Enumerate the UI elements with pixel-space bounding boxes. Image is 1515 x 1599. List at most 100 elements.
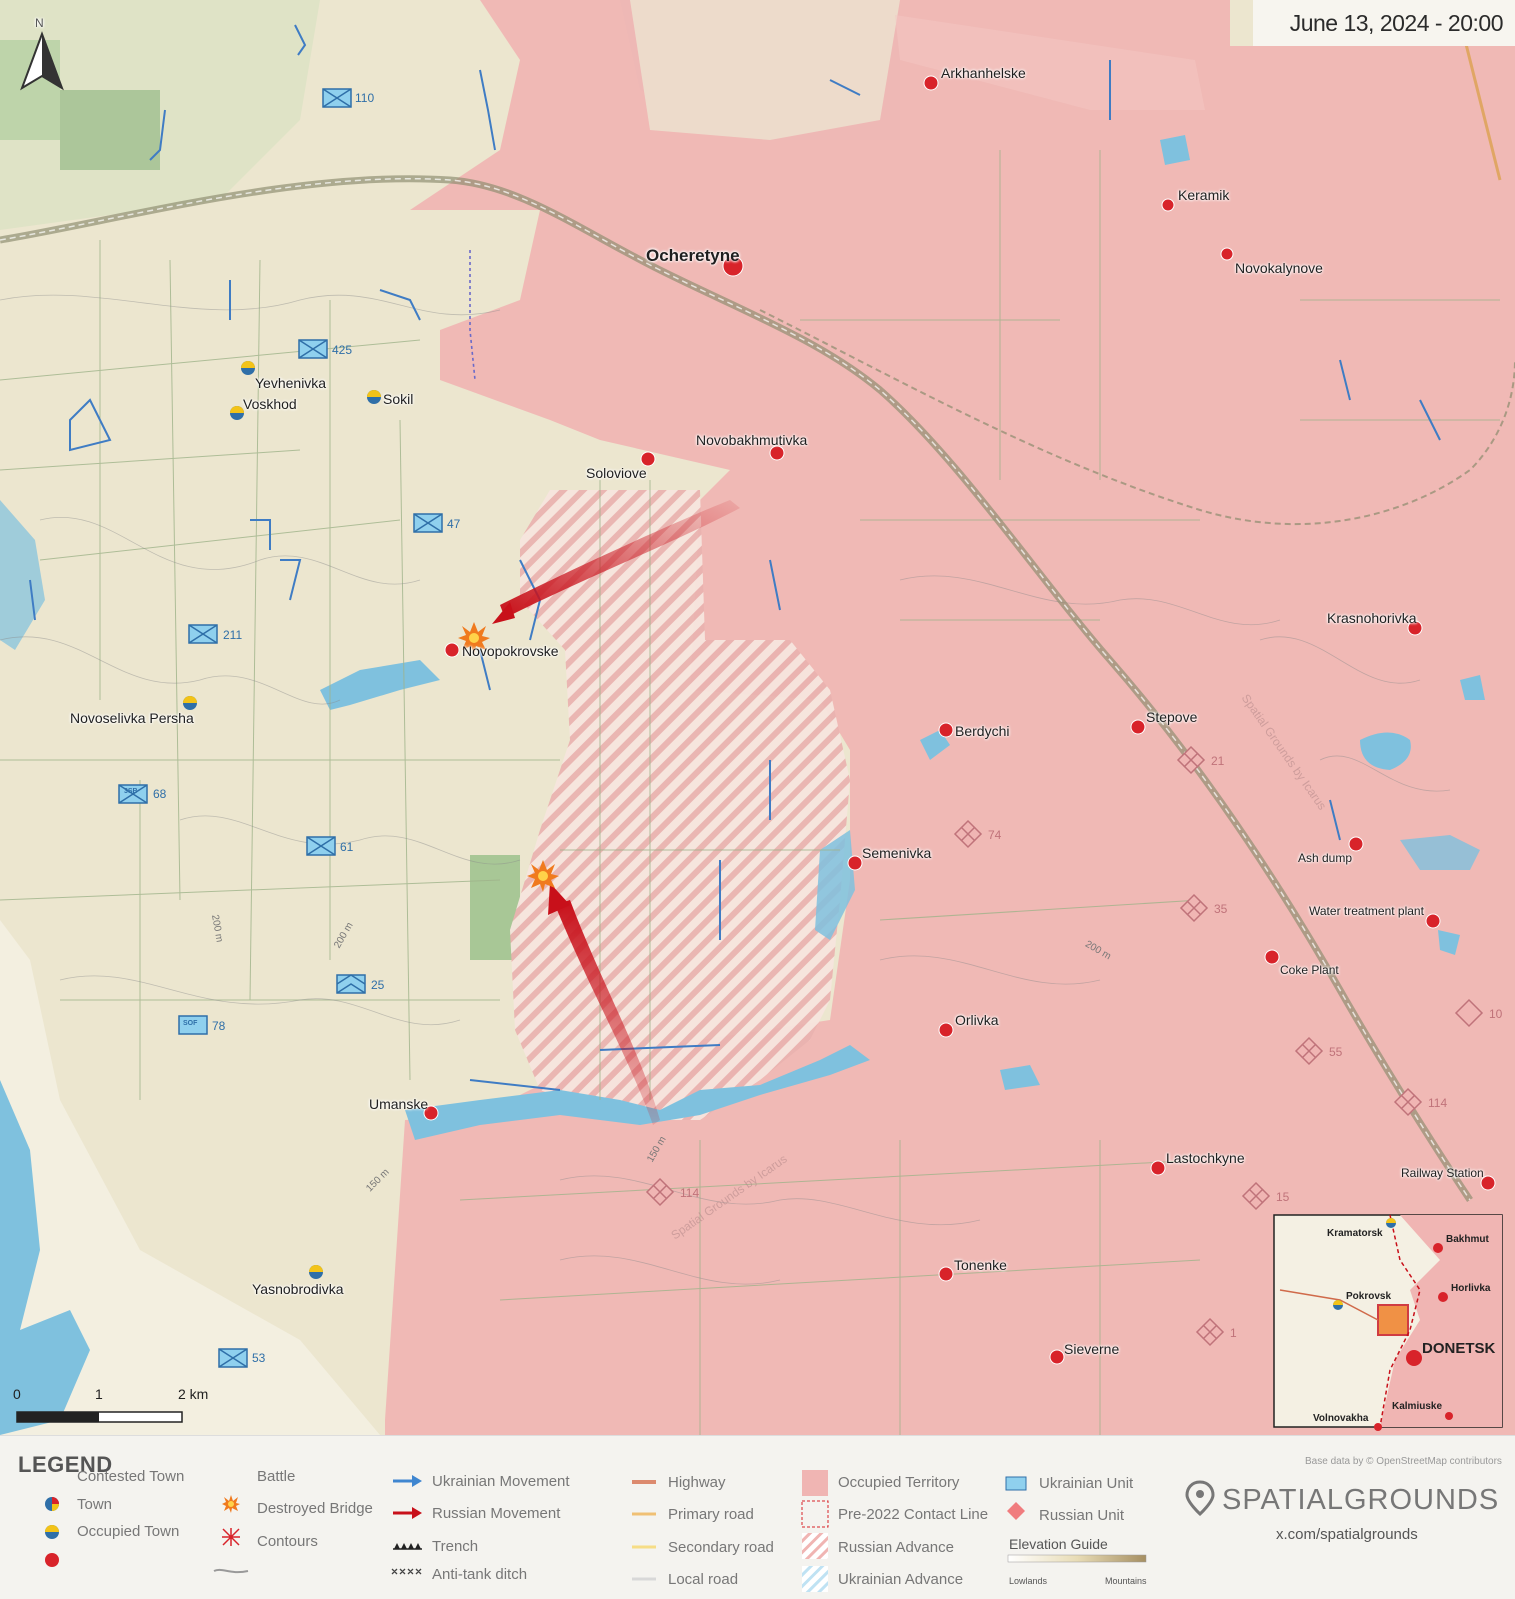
ru-unit-10[interactable]: 10 (1489, 1007, 1502, 1021)
legend-ukrainian-unit: Ukrainian Unit (1039, 1475, 1134, 1492)
russian-unit-icon (1007, 1502, 1025, 1520)
ua-unit-61[interactable]: 61 (340, 840, 353, 854)
inset-label-bakhmut: Bakhmut (1446, 1234, 1489, 1245)
town-label-ash-dump[interactable]: Ash dump (1298, 851, 1352, 865)
town-label-umanske[interactable]: Umanske (369, 1096, 428, 1112)
battle-icon (222, 1495, 240, 1513)
town-label-yasnobrodivka[interactable]: Yasnobrodivka (252, 1281, 344, 1297)
ukrainian-advance-icon (802, 1566, 828, 1592)
ru-unit-74[interactable]: 74 (988, 828, 1001, 842)
town-label-tonenke[interactable]: Tonenke (954, 1257, 1007, 1273)
russian-advance-icon (802, 1533, 828, 1559)
inset-label-horlivka: Horlivka (1451, 1283, 1491, 1294)
brand-url[interactable]: x.com/spatialgrounds (1276, 1526, 1418, 1543)
legend-highway: Highway (668, 1474, 726, 1491)
brand-name: SPATIALGROUNDS (1222, 1484, 1500, 1516)
elevation-gradient (1007, 1554, 1147, 1563)
legend-russian-advance: Russian Advance (838, 1539, 954, 1556)
town-label-sokil[interactable]: Sokil (383, 391, 413, 407)
town-label-semenivka[interactable]: Semenivka (862, 845, 931, 861)
inset-label-pokrovsk: Pokrovsk (1346, 1291, 1392, 1302)
town-label-novoselivka-persha[interactable]: Novoselivka Persha (70, 710, 194, 726)
town-label-orlivka[interactable]: Orlivka (955, 1012, 999, 1028)
ua-unit-68[interactable]: 68 (153, 787, 166, 801)
trench-icon (393, 1543, 422, 1550)
legend-contours: Contours (257, 1533, 318, 1550)
ru-unit-1[interactable]: 1 (1230, 1326, 1237, 1340)
ru-unit-21[interactable]: 21 (1211, 754, 1224, 768)
base-data-credit: Base data by © OpenStreetMap contributor… (1305, 1456, 1502, 1467)
legend-ukrainian-advance: Ukrainian Advance (838, 1571, 964, 1588)
map-canvas (0, 0, 1515, 1435)
town-label-novopokrovske[interactable]: Novopokrovske (462, 643, 559, 659)
legend-elevation-guide: Elevation Guide (1009, 1536, 1108, 1552)
town-label-water-treatment-plant[interactable]: Water treatment plant (1309, 904, 1424, 918)
map-area[interactable]: June 13, 2024 - 20:00 N Arkhanhelske Ker… (0, 0, 1515, 1435)
anti-tank-ditch-icon (391, 1568, 422, 1575)
ru-unit-35[interactable]: 35 (1214, 902, 1227, 916)
scale-bar (16, 1411, 183, 1423)
date-label: June 13, 2024 - 20:00 (1253, 0, 1515, 46)
ua-unit-425[interactable]: 425 (332, 343, 352, 357)
ua-unit-211[interactable]: 211 (223, 628, 242, 642)
ua-unit-78-tag: SOF (183, 1020, 198, 1027)
legend-trench: Trench (432, 1538, 479, 1555)
contours-icon (213, 1568, 249, 1574)
town-label-soloviove[interactable]: Soloviove (586, 465, 647, 481)
town-label-novokalynove[interactable]: Novokalynove (1235, 260, 1323, 276)
scale-label-2: 2 km (178, 1386, 209, 1402)
inset-label-donetsk: DONETSK (1422, 1340, 1496, 1357)
legend-town: Town (77, 1496, 113, 1513)
north-label: N (35, 16, 44, 30)
russian-movement-icon (393, 1507, 422, 1519)
legend-anti-tank-ditch: Anti-tank ditch (432, 1566, 528, 1583)
legend-ukrainian-movement: Ukrainian Movement (432, 1473, 570, 1490)
town-label-voskhod[interactable]: Voskhod (243, 396, 297, 412)
town-label-arkhanhelske[interactable]: Arkhanhelske (941, 65, 1026, 81)
town-label-stepove[interactable]: Stepove (1146, 709, 1197, 725)
legend-battle: Battle (257, 1468, 296, 1485)
inset-map (1273, 1214, 1503, 1431)
location-pin-icon (1185, 1480, 1215, 1517)
ru-unit-114-east[interactable]: 114 (1428, 1096, 1447, 1110)
town-label-railway-station[interactable]: Railway Station (1401, 1166, 1484, 1180)
legend-lowlands: Lowlands (1009, 1576, 1048, 1586)
town-label-krasnohorivka[interactable]: Krasnohorivka (1327, 610, 1417, 626)
ua-unit-68-tag: 3SB (124, 788, 138, 795)
legend-destroyed-bridge: Destroyed Bridge (257, 1500, 373, 1517)
legend-occupied-territory: Occupied Territory (838, 1474, 960, 1491)
destroyed-bridge-icon (222, 1528, 240, 1546)
legend-panel: LEGEND Contested Town Town Occupied Town… (0, 1435, 1515, 1599)
town-label-lastochkyne[interactable]: Lastochkyne (1166, 1150, 1245, 1166)
town-label-ocheretyne[interactable]: Ocheretyne (646, 246, 740, 266)
ukrainian-unit-icon (1005, 1476, 1027, 1491)
legend-pre2022-contact-line: Pre-2022 Contact Line (838, 1506, 989, 1523)
inset-label-volnovakha: Volnovakha (1313, 1413, 1369, 1424)
scale-label-0: 0 (13, 1386, 21, 1402)
inset-label-kramatorsk: Kramatorsk (1327, 1228, 1383, 1239)
legend-russian-unit: Russian Unit (1039, 1507, 1125, 1524)
legend-russian-movement: Russian Movement (432, 1505, 561, 1522)
ua-unit-47[interactable]: 47 (447, 517, 460, 531)
legend-occupied-town: Occupied Town (77, 1523, 180, 1540)
ua-unit-110[interactable]: 110 (355, 91, 374, 105)
town-label-sieverne[interactable]: Sieverne (1064, 1341, 1119, 1357)
ru-unit-55[interactable]: 55 (1329, 1045, 1342, 1059)
legend-local-road: Local road (668, 1571, 739, 1588)
town-label-coke-plant[interactable]: Coke Plant (1280, 963, 1339, 977)
town-label-berdychi[interactable]: Berdychi (955, 723, 1009, 739)
battle-icon-2 (527, 860, 559, 892)
ru-unit-114-south[interactable]: 114 (680, 1186, 699, 1200)
ru-unit-15[interactable]: 15 (1276, 1190, 1289, 1204)
ua-unit-78[interactable]: 78 (212, 1019, 225, 1033)
town-label-yevhenivka[interactable]: Yevhenivka (255, 375, 326, 391)
contested-town-icon (45, 1497, 59, 1511)
inset-label-kalmiuske: Kalmiuske (1392, 1401, 1443, 1412)
occupied-territory-icon (802, 1470, 828, 1496)
legend-symbols (45, 1470, 1215, 1592)
ua-unit-25[interactable]: 25 (371, 978, 384, 992)
ua-unit-53[interactable]: 53 (252, 1351, 265, 1365)
legend-secondary-road: Secondary road (668, 1539, 774, 1556)
town-label-keramik[interactable]: Keramik (1178, 187, 1229, 203)
town-label-novobakhmutivka[interactable]: Novobakhmutivka (696, 432, 807, 448)
